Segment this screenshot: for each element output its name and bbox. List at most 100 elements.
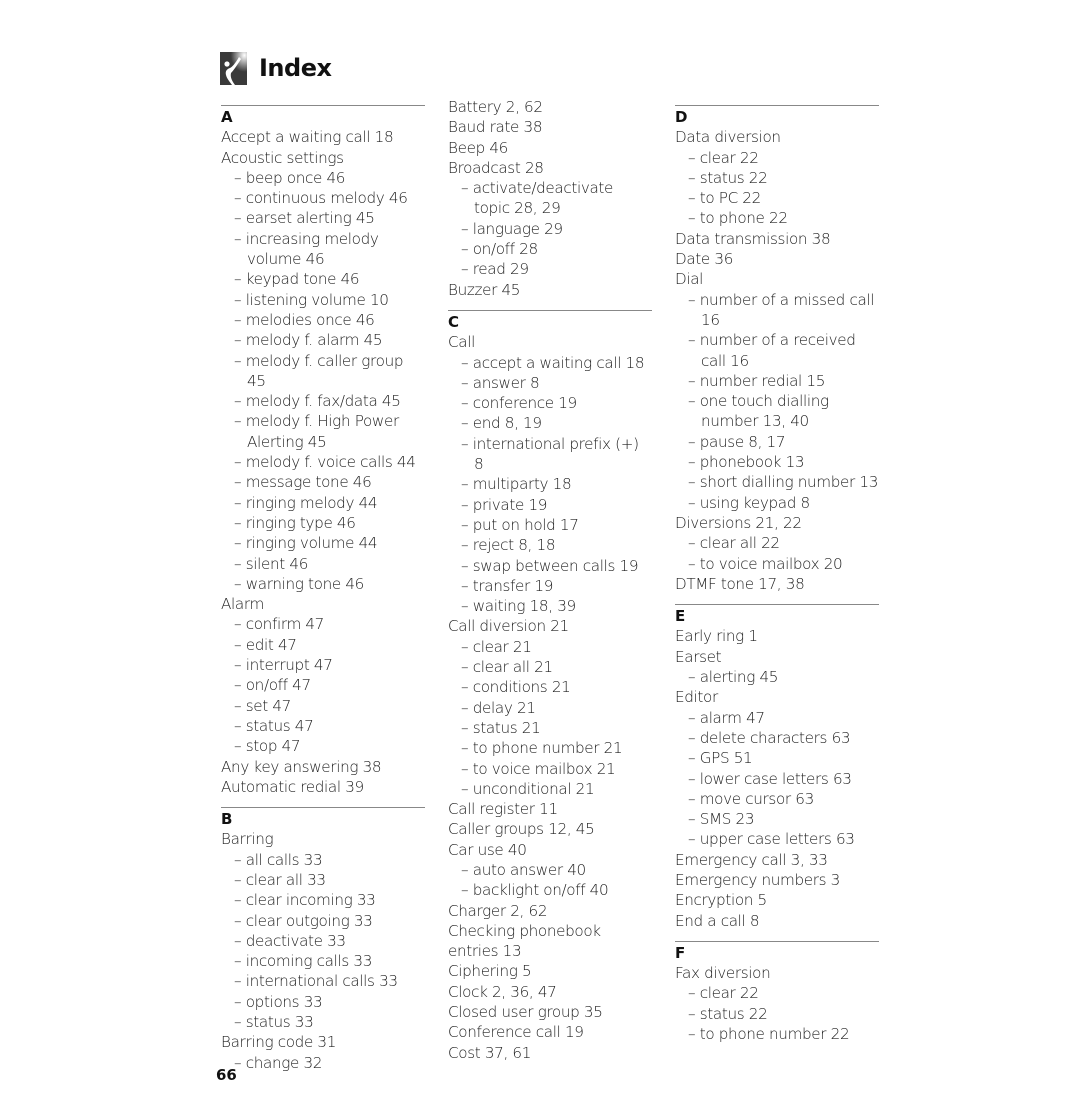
index-subentry: using keypad 8 bbox=[675, 493, 879, 513]
index-entry: Barring bbox=[221, 830, 274, 849]
index-subentry: deactivate 33 bbox=[221, 931, 425, 951]
index-subentry: change 32 bbox=[221, 1053, 425, 1073]
index-subentry: to phone 22 bbox=[675, 208, 879, 228]
index-subentry: melodies once 46 bbox=[221, 310, 425, 330]
section-divider bbox=[675, 940, 879, 942]
section-letter: D bbox=[675, 108, 688, 126]
index-entry: Encryption 5 bbox=[675, 891, 767, 910]
index-subentry: options 33 bbox=[221, 992, 425, 1012]
index-entry: Charger 2, 62 bbox=[448, 901, 548, 920]
index-section-c: CCallaccept a waiting call 18answer 8con… bbox=[448, 309, 652, 1063]
index-entry: Diversions 21, 22 bbox=[675, 513, 802, 532]
index-subentry: increasing melody volume 46 bbox=[221, 229, 425, 270]
index-subentry: clear all 22 bbox=[675, 533, 879, 553]
index-subentry: clear incoming 33 bbox=[221, 890, 425, 910]
section-letter: F bbox=[675, 943, 686, 962]
index-entry: Early ring 1 bbox=[675, 627, 758, 646]
index-subentry: ringing volume 44 bbox=[221, 533, 425, 553]
index-entry: Battery 2, 62 bbox=[448, 98, 543, 116]
index-entry: Acoustic settings bbox=[221, 148, 344, 167]
index-subentry: GPS 51 bbox=[675, 748, 879, 768]
index-subentry: to voice mailbox 21 bbox=[448, 759, 652, 779]
index-subentry: ringing melody 44 bbox=[221, 493, 425, 513]
index-subentry: answer 8 bbox=[448, 373, 652, 393]
index-subentry: reject 8, 18 bbox=[448, 535, 652, 555]
index-subentry: clear 22 bbox=[675, 148, 879, 168]
index-subentry: status 33 bbox=[221, 1012, 425, 1032]
section-divider bbox=[675, 105, 879, 106]
section-divider bbox=[221, 105, 425, 106]
index-entry: Car use 40 bbox=[448, 840, 527, 859]
section-divider bbox=[448, 309, 652, 311]
index-subentry: transfer 19 bbox=[448, 576, 652, 596]
index-entry: Cost 37, 61 bbox=[448, 1043, 532, 1062]
index-entry: Automatic redial 39 bbox=[221, 777, 364, 796]
index-entry: Alarm bbox=[221, 595, 264, 614]
index-entry: Data diversion bbox=[675, 128, 781, 147]
index-subentry: put on hold 17 bbox=[448, 515, 652, 535]
index-subentry: delay 21 bbox=[448, 698, 652, 718]
index-subentry: international calls 33 bbox=[221, 971, 425, 991]
index-subentry: auto answer 40 bbox=[448, 860, 652, 880]
section-letter: C bbox=[448, 312, 460, 331]
index-subentry: international prefix (+) 8 bbox=[448, 434, 652, 475]
index-entry: Caller groups 12, 45 bbox=[448, 820, 595, 839]
index-entry: Beep 46 bbox=[448, 138, 508, 157]
index-subentry: delete characters 63 bbox=[675, 728, 879, 748]
index-subentry: backlight on/off 40 bbox=[448, 880, 652, 900]
index-subentry: number of a received call 16 bbox=[675, 330, 879, 371]
index-entry: Dial bbox=[675, 270, 704, 289]
index-subentry: clear all 33 bbox=[221, 870, 425, 890]
index-subentry: melody f. alarm 45 bbox=[221, 330, 425, 350]
index-subentry: conditions 21 bbox=[448, 677, 652, 697]
index-subentry: status 22 bbox=[675, 1004, 879, 1024]
index-subentry: interrupt 47 bbox=[221, 655, 425, 675]
index-subentry: to phone number 22 bbox=[675, 1024, 879, 1044]
index-column-1: A Accept a waiting call 18 Acoustic settin… bbox=[221, 97, 425, 1073]
index-subentry: beep once 46 bbox=[221, 168, 425, 188]
index-subentry: keypad tone 46 bbox=[221, 269, 425, 289]
index-subentry: clear 21 bbox=[448, 637, 652, 657]
index-subentry: status 21 bbox=[448, 718, 652, 738]
index-entry: Call bbox=[448, 333, 475, 352]
index-section-f: F Fax diversionclear 22status 22to phone … bbox=[675, 940, 879, 1044]
index-entry: Editor bbox=[675, 688, 718, 707]
index-subentry: pause 8, 17 bbox=[675, 432, 879, 452]
index-subentry: continuous melody 46 bbox=[221, 188, 425, 208]
index-subentry: short dialling number 13 bbox=[675, 472, 879, 492]
index-entry: Buzzer 45 bbox=[448, 280, 521, 299]
index-subentry: SMS 23 bbox=[675, 809, 879, 829]
index-subentry: to PC 22 bbox=[675, 188, 879, 208]
section-divider bbox=[221, 807, 425, 809]
index-entry: Any key answering 38 bbox=[221, 757, 382, 776]
index-entry: Checking phonebook entries 13 bbox=[448, 921, 601, 961]
index-section-continued: Battery 2, 62 Baud rate 38 Beep 46 Broadcas… bbox=[448, 97, 652, 300]
index-subentry: alerting 45 bbox=[675, 667, 879, 687]
index-subentry: language 29 bbox=[448, 219, 652, 239]
index-subentry: stop 47 bbox=[221, 736, 425, 756]
index-subentry: message tone 46 bbox=[221, 472, 425, 492]
index-subentry: melody f. caller group 45 bbox=[221, 351, 425, 392]
index-subentry: activate/deactivate topic 28, 29 bbox=[448, 178, 652, 219]
index-subentry: clear outgoing 33 bbox=[221, 911, 425, 931]
index-subentry: multiparty 18 bbox=[448, 474, 652, 494]
section-letter: B bbox=[221, 810, 233, 829]
person-logo-icon bbox=[220, 51, 247, 85]
index-entry: Call diversion 21 bbox=[448, 617, 569, 636]
index-entry: Conference call 19 bbox=[448, 1023, 584, 1042]
index-section-d: D Data diversionclear 22status 22to PC 22… bbox=[675, 105, 879, 594]
index-subentry: status 47 bbox=[221, 716, 425, 736]
index-subentry: clear 22 bbox=[675, 983, 879, 1003]
index-entry: Barring code 31 bbox=[221, 1033, 337, 1052]
index-subentry: read 29 bbox=[448, 259, 652, 279]
index-subentry: swap between calls 19 bbox=[448, 556, 652, 576]
index-entry: Broadcast 28 bbox=[448, 158, 544, 177]
section-divider bbox=[675, 604, 879, 606]
page-title: Index bbox=[259, 54, 332, 82]
index-entry: Call register 11 bbox=[448, 800, 558, 819]
index-section-a: A Accept a waiting call 18 Acoustic settin… bbox=[221, 105, 425, 797]
index-subentry: melody f. High Power Alerting 45 bbox=[221, 411, 425, 452]
index-subentry: unconditional 21 bbox=[448, 779, 652, 799]
index-subentry: to voice mailbox 20 bbox=[675, 554, 879, 574]
index-entry: Accept a waiting call 18 bbox=[221, 128, 394, 147]
